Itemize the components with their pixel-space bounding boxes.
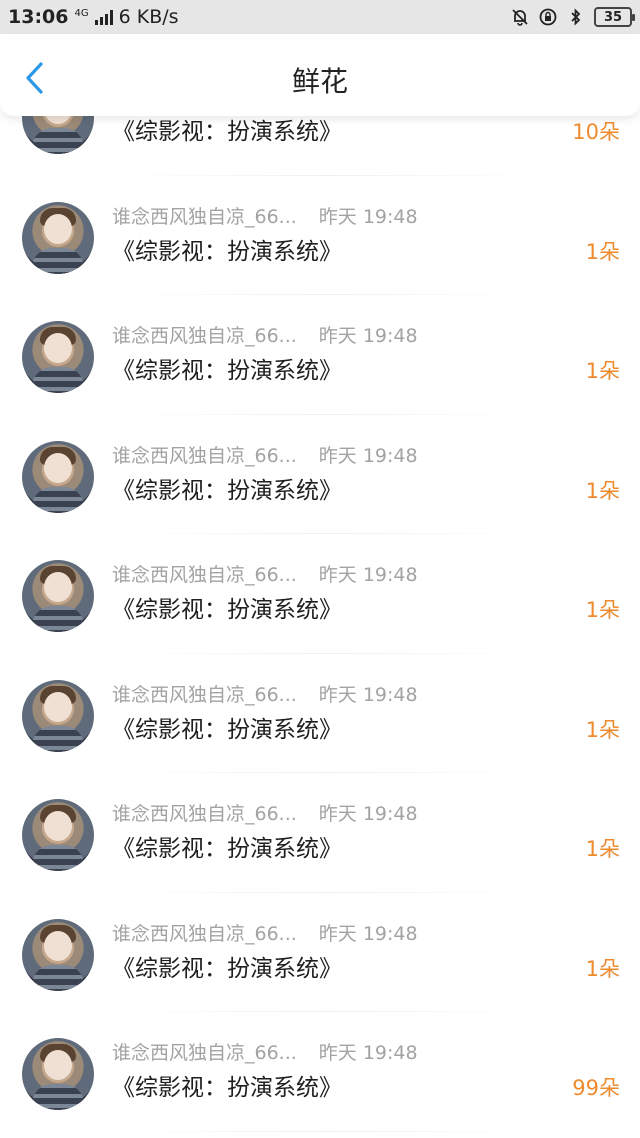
divider [112, 1130, 540, 1132]
avatar-face [44, 452, 72, 483]
list-item[interactable]: 谁念西风独自凉_66... 昨天 19:48 《综影视：扮演系统》 1朵 [0, 176, 640, 295]
timestamp: 昨天 19:48 [318, 444, 418, 467]
lock-rotation-icon [538, 7, 558, 27]
flower-count: 1朵 [585, 598, 620, 622]
avatar-face [44, 691, 72, 722]
page-title: 鲜花 [291, 65, 348, 98]
flower-count: 1朵 [585, 717, 620, 742]
user-name[interactable]: 谁念西风独自凉_66... [112, 1038, 297, 1065]
list-item[interactable]: 谁念西风独自凉_66... 昨天 19:48 《综影视：扮演系统》 1朵 [0, 534, 640, 654]
avatar[interactable] [22, 1038, 94, 1110]
user-name[interactable]: 谁念西风独自凉_66... [112, 680, 297, 707]
flower-count: 1朵 [585, 239, 620, 264]
avatar-face [44, 930, 72, 961]
user-name[interactable]: 谁念西风独自凉_66... [112, 560, 297, 587]
timestamp: 昨天 19:48 [318, 803, 418, 825]
status-left: 13:06 4G 6 KB/s [8, 6, 179, 28]
bell-off-icon [510, 7, 530, 27]
book-title[interactable]: 《综影视：扮演系统》 [112, 949, 342, 983]
timestamp: 昨天 19:48 [318, 564, 418, 586]
avatar-shirt [32, 367, 84, 393]
user-name[interactable]: 谁念西风独自凉_66... [112, 441, 297, 468]
flower-count: 99朵 [572, 1076, 620, 1100]
book-title[interactable]: 《综影视：扮演系统》 [112, 232, 342, 266]
list-content: 谁念西风独自凉_66... 昨天 19:48 《综影视：扮演系统》 10朵 谁念… [0, 116, 640, 1132]
list-item[interactable]: 谁念西风独自凉_66... 昨天 19:48 《综影视：扮演系统》 10朵 [0, 116, 640, 176]
avatar-shirt [32, 725, 84, 752]
flower-count: 10朵 [572, 120, 620, 144]
avatar-shirt [32, 247, 84, 274]
user-name[interactable]: 谁念西风独自凉_66... [112, 799, 297, 826]
list-item[interactable]: 谁念西风独自凉_66... 昨天 19:48 《综影视：扮演系统》 1朵 [0, 295, 640, 415]
book-title[interactable]: 《综影视：扮演系统》 [112, 351, 342, 385]
item-meta: 谁念西风独自凉_66... 昨天 19:48 [112, 680, 418, 707]
signal-icon [94, 9, 113, 25]
list-item[interactable]: 谁念西风独自凉_66... 昨天 19:48 《综影视：扮演系统》 1朵 [0, 415, 640, 534]
avatar-shirt [32, 606, 84, 632]
timestamp: 昨天 19:48 [318, 1042, 418, 1064]
flower-count: 1朵 [585, 478, 620, 503]
avatar[interactable] [22, 116, 94, 154]
header: 鲜花 [0, 34, 640, 116]
list-item[interactable]: 谁念西风独自凉_66... 昨天 19:48 《综影视：扮演系统》 99朵 [0, 1012, 640, 1132]
avatar[interactable] [22, 321, 94, 393]
flower-count: 1朵 [585, 956, 620, 981]
avatar-shirt [32, 1084, 84, 1110]
avatar[interactable] [22, 679, 94, 752]
user-name[interactable]: 谁念西风独自凉_66... [112, 321, 297, 348]
item-meta: 谁念西风独自凉_66... 昨天 19:48 [112, 1038, 418, 1065]
avatar-shirt [32, 128, 84, 154]
avatar-face [44, 811, 72, 841]
clock: 13:06 [8, 6, 69, 28]
item-meta: 谁念西风独自凉_66... 昨天 19:48 [112, 560, 418, 587]
book-title[interactable]: 《综影视：扮演系统》 [112, 710, 342, 744]
avatar[interactable] [22, 560, 94, 632]
avatar-face [44, 572, 72, 602]
item-meta: 谁念西风独自凉_66... 昨天 19:48 [112, 799, 418, 826]
book-title[interactable]: 《综影视：扮演系统》 [112, 116, 342, 146]
avatar-face [44, 116, 72, 124]
avatar[interactable] [22, 201, 94, 274]
user-name[interactable]: 谁念西风独自凉_66... [112, 919, 297, 946]
item-meta: 谁念西风独自凉_66... 昨天 19:48 [112, 321, 418, 348]
timestamp: 昨天 19:48 [318, 325, 418, 347]
flower-list[interactable]: 谁念西风独自凉_66... 昨天 19:48 《综影视：扮演系统》 10朵 谁念… [0, 116, 640, 1138]
flower-count: 1朵 [585, 359, 620, 383]
book-title[interactable]: 《综影视：扮演系统》 [112, 590, 342, 624]
timestamp: 昨天 19:48 [318, 205, 418, 228]
avatar[interactable] [22, 799, 94, 871]
avatar-face [44, 213, 72, 244]
flower-count: 1朵 [585, 837, 620, 861]
list-item[interactable]: 谁念西风独自凉_66... 昨天 19:48 《综影视：扮演系统》 1朵 [0, 773, 640, 893]
avatar-face [44, 333, 72, 363]
network-speed: 6 KB/s [118, 6, 179, 28]
item-meta: 谁念西风独自凉_66... 昨天 19:48 [112, 202, 418, 229]
network-type: 4G [74, 8, 89, 19]
timestamp: 昨天 19:48 [318, 922, 418, 945]
timestamp: 昨天 19:48 [318, 683, 418, 706]
avatar-shirt [32, 845, 84, 871]
avatar-face [44, 1050, 72, 1080]
book-title[interactable]: 《综影视：扮演系统》 [112, 829, 342, 863]
book-title[interactable]: 《综影视：扮演系统》 [112, 471, 342, 505]
avatar[interactable] [22, 440, 94, 513]
bluetooth-icon [566, 7, 586, 27]
battery-indicator: 35 [594, 7, 635, 27]
avatar-shirt [32, 964, 84, 991]
avatar[interactable] [22, 918, 94, 991]
list-item[interactable]: 谁念西风独自凉_66... 昨天 19:48 《综影视：扮演系统》 1朵 [0, 893, 640, 1012]
list-item[interactable]: 谁念西风独自凉_66... 昨天 19:48 《综影视：扮演系统》 1朵 [0, 654, 640, 773]
book-title[interactable]: 《综影视：扮演系统》 [112, 1068, 342, 1102]
item-meta: 谁念西风独自凉_66... 昨天 19:48 [112, 441, 418, 468]
item-meta: 谁念西风独自凉_66... 昨天 19:48 [112, 919, 418, 946]
status-right: 35 [510, 7, 635, 27]
user-name[interactable]: 谁念西风独自凉_66... [112, 202, 297, 229]
avatar-shirt [32, 486, 84, 513]
status-bar: 13:06 4G 6 KB/s 35 [0, 0, 640, 34]
